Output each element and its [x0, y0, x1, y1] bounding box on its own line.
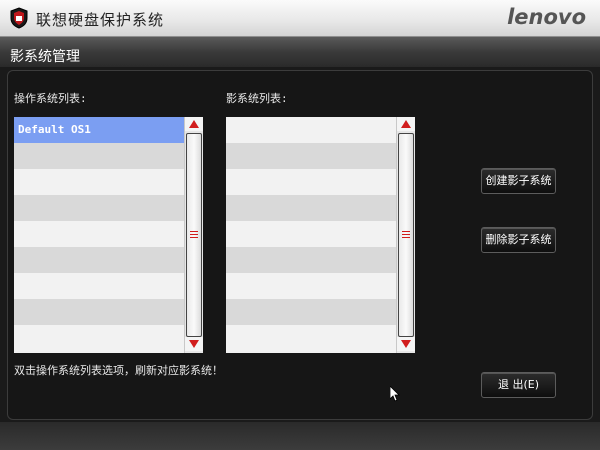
os-list-item[interactable]: Default OS1 [14, 117, 184, 143]
shadow-list-item[interactable] [226, 195, 396, 221]
arrow-up-icon [189, 120, 199, 128]
exit-button[interactable]: 退 出(E) [481, 372, 556, 398]
arrow-down-icon [401, 340, 411, 348]
os-listbox[interactable]: Default OS1 [14, 117, 203, 353]
section-header: 影系统管理 [0, 37, 600, 67]
shadow-list-item[interactable] [226, 247, 396, 273]
grip-line [190, 234, 198, 235]
shadow-list-scrollbar[interactable] [396, 117, 415, 353]
create-shadow-button[interactable]: 创建影子系统 [481, 168, 556, 194]
arrow-down-icon [189, 340, 199, 348]
scroll-thumb[interactable] [186, 133, 202, 337]
shield-lock-icon [10, 7, 28, 29]
grip-line [190, 231, 198, 232]
os-list-item[interactable] [14, 169, 184, 195]
section-title: 影系统管理 [10, 49, 80, 65]
os-list-item-label: Default OS1 [18, 123, 91, 136]
shadow-list-item[interactable] [226, 273, 396, 299]
shadow-listbox[interactable] [226, 117, 415, 353]
title-bar: 联想硬盘保护系统 lenovo [0, 0, 600, 37]
grip-line [402, 237, 410, 238]
shadow-list-item[interactable] [226, 221, 396, 247]
os-list-item[interactable] [14, 195, 184, 221]
os-list-item[interactable] [14, 143, 184, 169]
os-list-item[interactable] [14, 273, 184, 299]
footer-bar [0, 422, 600, 450]
os-list-item[interactable] [14, 325, 184, 351]
grip-line [402, 234, 410, 235]
scroll-up-button[interactable] [185, 117, 203, 131]
scroll-down-button[interactable] [397, 337, 415, 351]
shadow-list-item[interactable] [226, 299, 396, 325]
delete-shadow-button[interactable]: 删除影子系统 [481, 227, 556, 253]
os-list-scrollbar[interactable] [184, 117, 203, 353]
hint-text: 双击操作系统列表选项，刷新对应影系统！ [14, 364, 223, 377]
os-list-label: 操作系统列表: [14, 92, 87, 105]
shadow-list-item[interactable] [226, 143, 396, 169]
shadow-list-item[interactable] [226, 117, 396, 143]
scroll-down-button[interactable] [185, 337, 203, 351]
brand-logo: lenovo [507, 5, 586, 29]
shadow-list-label: 影系统列表: [226, 92, 288, 105]
os-list-item[interactable] [14, 299, 184, 325]
arrow-up-icon [401, 120, 411, 128]
shadow-list-item[interactable] [226, 169, 396, 195]
shadow-list-item[interactable] [226, 325, 396, 351]
grip-line [402, 231, 410, 232]
os-list-item[interactable] [14, 247, 184, 273]
os-list-item[interactable] [14, 221, 184, 247]
scroll-thumb[interactable] [398, 133, 414, 337]
grip-line [190, 237, 198, 238]
window-title: 联想硬盘保护系统 [36, 11, 165, 29]
mouse-cursor-icon [390, 386, 400, 402]
scroll-up-button[interactable] [397, 117, 415, 131]
